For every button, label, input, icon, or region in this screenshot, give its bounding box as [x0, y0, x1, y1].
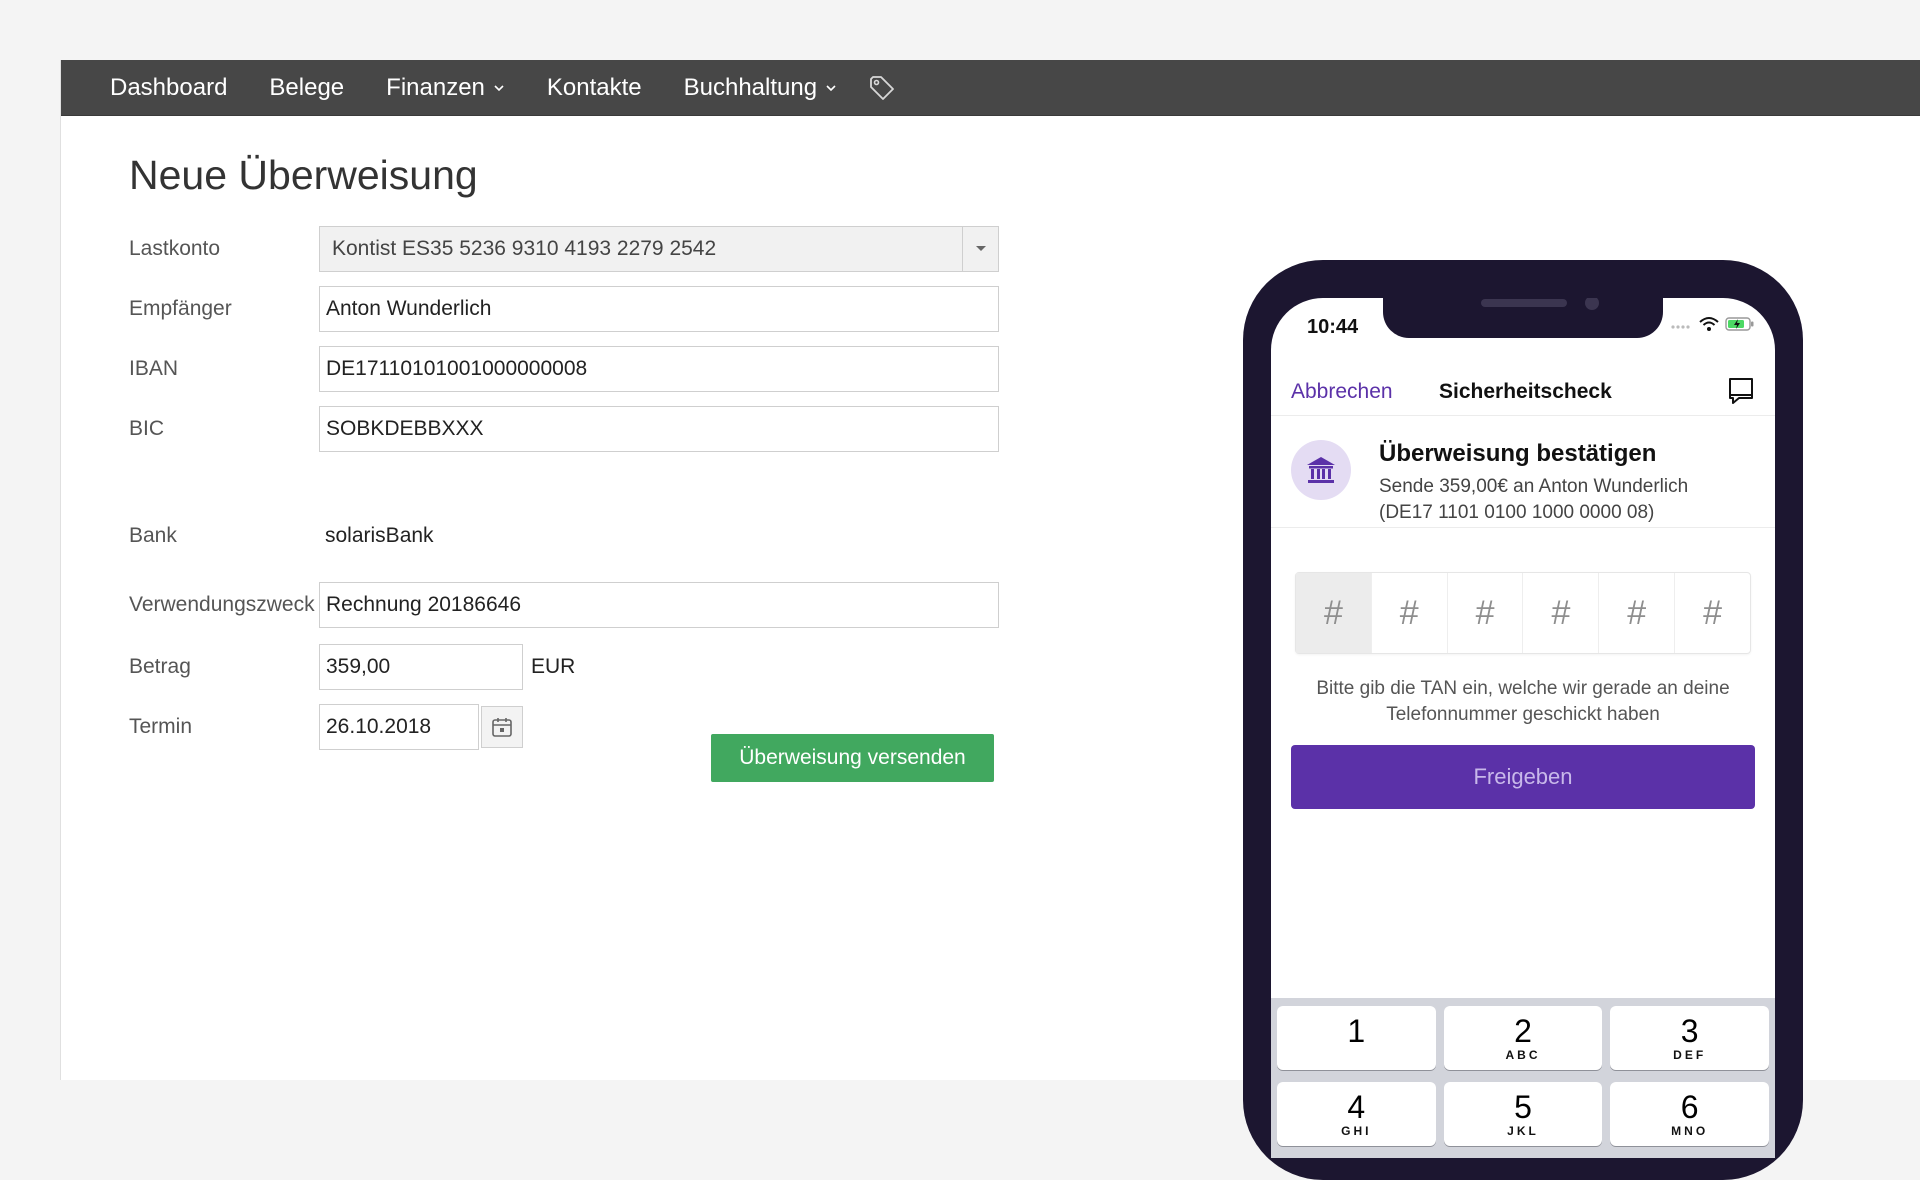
key-letters: DEF [1673, 1048, 1707, 1062]
bank-label: Bank [129, 524, 177, 547]
phone-mockup: 10:44 Abbrechen Sicherheitscheck Überwei… [1243, 260, 1803, 1180]
confirm-line-1: Sende 359,00€ an Anton Wunderlich [1379, 476, 1689, 497]
status-time: 10:44 [1307, 316, 1359, 338]
tan-cell[interactable]: # [1675, 573, 1750, 653]
phone-notch [1383, 298, 1663, 338]
account-label: Lastkonto [129, 237, 221, 260]
calendar-button[interactable] [481, 706, 523, 748]
purpose-label: Verwendungszweck [129, 593, 315, 616]
tan-cell[interactable]: # [1296, 573, 1372, 653]
tan-input[interactable]: # # # # # # [1295, 572, 1751, 654]
account-select[interactable]: Kontist ES35 5236 9310 4193 2279 2542 [319, 226, 999, 272]
nav-dashboard-label: Dashboard [110, 73, 228, 101]
app-window: Dashboard Belege Finanzen Kontakte Buchh… [60, 60, 1920, 1180]
bic-input[interactable]: SOBKDEBBXXX [319, 406, 999, 452]
key-number: 3 [1680, 1013, 1699, 1049]
nav-belege[interactable]: Belege [269, 74, 344, 102]
chat-icon[interactable] [1727, 376, 1755, 406]
key-4[interactable]: 4 GHI [1277, 1082, 1436, 1146]
date-label: Termin [129, 715, 193, 738]
chevron-down-icon [494, 84, 504, 91]
phone-screen: 10:44 Abbrechen Sicherheitscheck Überwei… [1271, 298, 1775, 1158]
tag-icon[interactable] [867, 73, 897, 103]
row-date: Termin 26.10.2018 [129, 704, 523, 750]
date-input[interactable]: 26.10.2018 [319, 704, 479, 750]
page-title: Neue Überweisung [129, 152, 478, 198]
status-icons [1671, 316, 1755, 332]
key-letters: GHI [1341, 1124, 1372, 1138]
row-iban: IBAN DE17110101001000000008 [129, 346, 999, 392]
key-5[interactable]: 5 JKL [1443, 1082, 1603, 1146]
amount-input[interactable]: 359,00 [319, 644, 523, 690]
nav-buchhaltung-label: Buchhaltung [683, 73, 818, 101]
bank-icon [1291, 440, 1351, 500]
release-button[interactable]: Freigeben [1291, 745, 1755, 809]
key-number: 5 [1514, 1089, 1532, 1125]
signal-icon [1671, 325, 1690, 329]
transfer-confirm-card: Überweisung bestätigen Sende 359,00€ an … [1271, 418, 1775, 528]
cancel-link[interactable]: Abbrechen [1291, 380, 1393, 404]
iban-input[interactable]: DE17110101001000000008 [319, 346, 999, 392]
numeric-keypad: 1 2 ABC 3 DEF 4 GHI 5 JKL 6 MNO [1271, 998, 1775, 1158]
confirm-line-2: (DE17 1101 0100 1000 0000 08) [1379, 502, 1655, 523]
send-transfer-button[interactable]: Überweisung versenden [711, 734, 994, 782]
amount-label: Betrag [129, 655, 191, 678]
confirm-title: Überweisung bestätigen [1379, 440, 1657, 467]
key-number: 2 [1514, 1013, 1532, 1049]
row-bic: BIC SOBKDEBBXXX [129, 406, 999, 452]
camera [1585, 298, 1599, 310]
nav-kontakte[interactable]: Kontakte [547, 74, 642, 102]
tan-hint-line-1: Bitte gib die TAN ein, welche wir gerade… [1316, 678, 1730, 699]
row-purpose: Verwendungszweck Rechnung 20186646 [129, 582, 999, 628]
nav-finanzen[interactable]: Finanzen [386, 74, 505, 102]
row-recipient: Empfänger Anton Wunderlich [129, 286, 999, 332]
dropdown-arrow-icon[interactable] [962, 227, 998, 271]
key-letters: MNO [1671, 1124, 1709, 1138]
tan-cell[interactable]: # [1599, 573, 1676, 653]
row-bank: Bank solarisBank [129, 524, 434, 548]
speaker [1481, 299, 1567, 307]
key-number: 6 [1680, 1089, 1699, 1125]
bic-label: BIC [129, 417, 165, 440]
key-1[interactable]: 1 [1277, 1006, 1436, 1070]
purpose-input[interactable]: Rechnung 20186646 [319, 582, 999, 628]
iban-label: IBAN [129, 357, 179, 380]
security-check-title: Sicherheitscheck [1439, 380, 1612, 403]
nav-kontakte-label: Kontakte [546, 73, 642, 101]
key-number: 4 [1347, 1089, 1366, 1125]
recipient-input[interactable]: Anton Wunderlich [319, 286, 999, 332]
account-select-value: Kontist ES35 5236 9310 4193 2279 2542 [332, 237, 717, 260]
row-account: Lastkonto Kontist ES35 5236 9310 4193 22… [129, 226, 999, 272]
row-amount: Betrag 359,00 EUR [129, 644, 575, 690]
nav-dashboard[interactable]: Dashboard [110, 74, 227, 102]
key-6[interactable]: 6 MNO [1610, 1082, 1769, 1146]
battery-icon [1725, 317, 1754, 331]
key-3[interactable]: 3 DEF [1610, 1006, 1769, 1070]
key-letters: ABC [1505, 1048, 1541, 1062]
bank-value: solarisBank [325, 524, 434, 547]
tan-hint-line-2: Telefonnummer geschickt haben [1386, 704, 1660, 725]
nav-belege-label: Belege [269, 73, 345, 101]
chevron-down-icon [826, 84, 836, 91]
nav-finanzen-label: Finanzen [386, 73, 485, 101]
currency-label: EUR [531, 655, 576, 678]
tan-cell[interactable]: # [1448, 573, 1524, 653]
tan-cell[interactable]: # [1372, 573, 1448, 653]
phone-header: Abbrechen Sicherheitscheck [1271, 366, 1775, 416]
tan-hint: Bitte gib die TAN ein, welche wir gerade… [1291, 676, 1755, 728]
top-navbar: Dashboard Belege Finanzen Kontakte Buchh… [61, 60, 1920, 116]
key-2[interactable]: 2 ABC [1443, 1006, 1603, 1070]
tan-cell[interactable]: # [1523, 573, 1600, 653]
wifi-icon [1699, 317, 1719, 331]
key-number: 1 [1347, 1013, 1366, 1049]
calendar-icon [492, 718, 512, 737]
nav-buchhaltung[interactable]: Buchhaltung [684, 74, 837, 102]
key-letters: JKL [1507, 1124, 1539, 1138]
recipient-label: Empfänger [129, 297, 232, 320]
